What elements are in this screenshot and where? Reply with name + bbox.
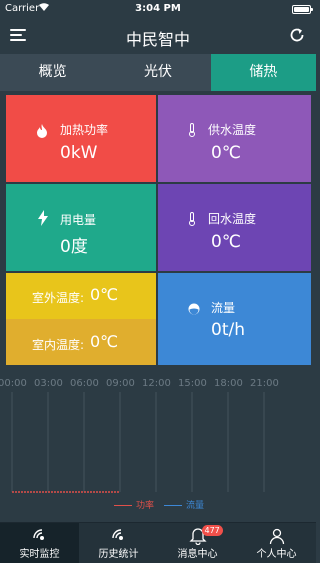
x-tick-label: 21:00 bbox=[250, 378, 279, 389]
nav-profile[interactable]: 个人中心 bbox=[237, 523, 316, 563]
return-temp-card: 回水温度 0℃ bbox=[158, 184, 311, 271]
thermometer-icon bbox=[188, 122, 196, 141]
x-tick-label: 03:00 bbox=[34, 378, 63, 389]
tab-overview[interactable]: 概览 bbox=[0, 54, 105, 91]
outdoor-temp-value: 0℃ bbox=[90, 285, 119, 304]
legend-flow-swatch bbox=[164, 505, 182, 506]
tab-photovoltaic[interactable]: 光伏 bbox=[105, 54, 210, 91]
tab-heat-storage[interactable]: 储热 bbox=[210, 54, 316, 91]
supply-temp-label: 供水温度 bbox=[208, 123, 257, 137]
supply-temp-value: 0℃ bbox=[211, 143, 241, 163]
electricity-label: 用电量 bbox=[60, 213, 97, 227]
outdoor-temp-label: 室外温度: bbox=[32, 291, 85, 305]
thermometer-icon bbox=[188, 211, 196, 230]
electricity-value: 0度 bbox=[60, 237, 88, 257]
nav-message-center[interactable]: 477 消息中心 bbox=[158, 523, 237, 563]
electricity-card: 用电量 0度 bbox=[6, 184, 156, 271]
return-temp-value: 0℃ bbox=[211, 232, 241, 252]
return-temp-label: 回水温度 bbox=[208, 212, 257, 226]
x-tick-label: 18:00 bbox=[214, 378, 243, 389]
x-tick-label: 09:00 bbox=[106, 378, 135, 389]
user-icon bbox=[268, 527, 286, 545]
lightning-icon bbox=[38, 210, 48, 230]
nav-profile-label: 个人中心 bbox=[256, 549, 297, 560]
indoor-temp-label: 室内温度: bbox=[32, 338, 85, 352]
history-icon bbox=[110, 527, 128, 545]
x-tick-label: 15:00 bbox=[178, 378, 207, 389]
power-flow-chart: 00:00 03:00 06:00 09:00 12:00 15:00 18:00 21:00… bbox=[0, 378, 316, 518]
heating-power-value: 0kW bbox=[60, 143, 98, 163]
nav-history-stats-label: 历史统计 bbox=[98, 549, 139, 560]
chart-plot bbox=[11, 392, 265, 493]
legend-power-label: 功率 bbox=[136, 501, 155, 511]
nav-bar: 中民智中 bbox=[0, 20, 316, 54]
nav-realtime-monitor[interactable]: 实时监控 bbox=[0, 523, 79, 563]
flow-card: 流量 0t/h bbox=[158, 273, 311, 365]
page-title: 中民智中 bbox=[125, 30, 190, 49]
battery-icon bbox=[292, 5, 313, 14]
flame-icon bbox=[36, 123, 48, 142]
nav-message-center-label: 消息中心 bbox=[177, 549, 218, 560]
x-tick-label: 12:00 bbox=[142, 378, 171, 389]
indoor-temp-value: 0℃ bbox=[90, 332, 119, 351]
flow-value: 0t/h bbox=[211, 320, 245, 340]
refresh-icon[interactable] bbox=[288, 26, 306, 44]
heating-power-label: 加热功率 bbox=[60, 123, 109, 137]
metrics-grid: 加热功率 0kW 供水温度 0℃ 用电量 0度 回水温度 0℃ 室外温度: 0℃… bbox=[6, 95, 311, 365]
tab-bar: 概览 光伏 储热 bbox=[0, 54, 316, 91]
message-badge: 477 bbox=[201, 525, 223, 536]
bottom-nav: 实时监控 历史统计 477 消息中心 个人中心 bbox=[0, 522, 316, 563]
droplet-icon bbox=[188, 300, 200, 319]
status-bar: Carrier 3:04 PM bbox=[0, 0, 316, 20]
flow-label: 流量 bbox=[211, 301, 236, 315]
nav-history-stats[interactable]: 历史统计 bbox=[79, 523, 158, 563]
x-tick-label: 00:00 bbox=[0, 378, 27, 389]
monitor-icon bbox=[31, 527, 49, 545]
legend-power: 功率 bbox=[114, 498, 154, 511]
supply-temp-card: 供水温度 0℃ bbox=[158, 95, 311, 182]
legend-flow-label: 流量 bbox=[186, 501, 205, 511]
indoor-temp-card: 室内温度: 0℃ bbox=[6, 319, 156, 365]
heating-power-card: 加热功率 0kW bbox=[6, 95, 156, 182]
x-tick-label: 06:00 bbox=[70, 378, 99, 389]
clock: 3:04 PM bbox=[135, 3, 181, 14]
legend-power-swatch bbox=[114, 505, 132, 506]
nav-realtime-monitor-label: 实时监控 bbox=[19, 549, 60, 560]
outdoor-temp-card: 室外温度: 0℃ bbox=[6, 273, 156, 319]
legend-flow: 流量 bbox=[164, 498, 204, 511]
